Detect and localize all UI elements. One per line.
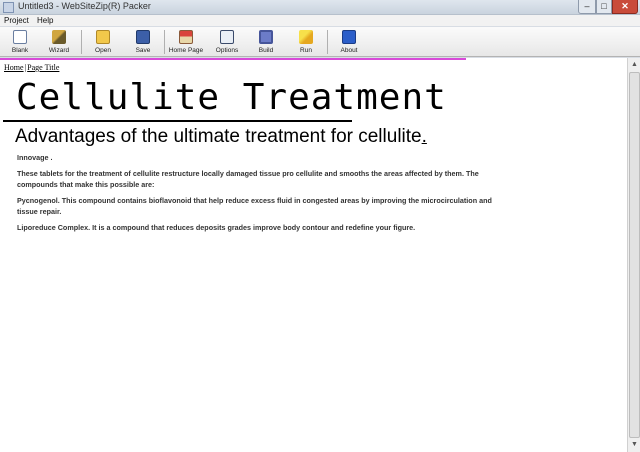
open-label: Open (95, 47, 111, 54)
subtitle-tail: . (421, 126, 427, 147)
page-preview: Home|Page Title Cellulite Treatment Adva… (0, 58, 627, 452)
info-icon (342, 30, 356, 44)
options-icon (220, 30, 234, 44)
title-underline (3, 120, 352, 122)
about-label: About (340, 47, 358, 54)
scrollbar-thumb[interactable] (629, 72, 640, 438)
breadcrumb: Home|Page Title (4, 63, 59, 72)
run-icon (299, 30, 313, 44)
options-label: Options (215, 47, 239, 54)
home-page-button[interactable]: Home Page (168, 28, 204, 56)
vertical-scrollbar[interactable]: ▲ ▼ (627, 58, 640, 452)
paragraph-liporeduce: Liporeduce Complex. It is a compound tha… (17, 223, 416, 232)
toolbar-separator (327, 30, 328, 54)
page-title: Cellulite Treatment (16, 77, 447, 118)
app-icon (3, 2, 14, 13)
toolbar-separator (164, 30, 165, 54)
blank-label: Blank (11, 47, 29, 54)
options-button[interactable]: Options (209, 28, 245, 56)
menu-project[interactable]: Project (4, 15, 29, 26)
gear-icon (259, 30, 273, 44)
paragraph-brand: Innovage . (17, 153, 53, 162)
scroll-down-arrow-icon[interactable]: ▼ (629, 439, 640, 451)
toolbar: Blank Wizard Open Save Home Page Options… (0, 27, 640, 57)
build-button[interactable]: Build (248, 28, 284, 56)
menu-help[interactable]: Help (37, 15, 53, 26)
run-button[interactable]: Run (288, 28, 324, 56)
save-button[interactable]: Save (125, 28, 161, 56)
menu-bar: Project Help (0, 15, 640, 26)
breadcrumb-current-link[interactable]: Page Title (27, 63, 59, 72)
window-title: Untitled3 - WebSiteZip(R) Packer (18, 1, 151, 11)
wizard-wand-icon (52, 30, 66, 44)
home-icon (179, 30, 193, 44)
wizard-label: Wizard (48, 47, 70, 54)
window-titlebar: Untitled3 - WebSiteZip(R) Packer – □ ✕ (0, 0, 640, 15)
floppy-save-icon (136, 30, 150, 44)
save-label: Save (135, 47, 151, 54)
build-label: Build (258, 47, 274, 54)
minimize-button[interactable]: – (578, 0, 596, 14)
blank-page-icon (13, 30, 27, 44)
scroll-up-arrow-icon[interactable]: ▲ (629, 59, 640, 71)
paragraph-pycnogenol: Pycnogenol. This compound contains biofl… (17, 196, 492, 216)
open-button[interactable]: Open (85, 28, 121, 56)
breadcrumb-separator: | (24, 63, 27, 72)
subtitle-text: Advantages of the ultimate treatment for… (15, 126, 422, 147)
paragraph-intro: These tablets for the treatment of cellu… (17, 169, 479, 189)
wizard-button[interactable]: Wizard (41, 28, 77, 56)
maximize-button[interactable]: □ (596, 0, 612, 14)
home-page-label: Home Page (168, 47, 204, 54)
page-subtitle: Advantages of the ultimate treatment for… (15, 126, 427, 148)
close-button[interactable]: ✕ (612, 0, 638, 14)
run-label: Run (300, 47, 312, 54)
about-button[interactable]: About (331, 28, 367, 56)
breadcrumb-home-link[interactable]: Home (4, 63, 24, 72)
blank-button[interactable]: Blank (2, 28, 38, 56)
folder-open-icon (96, 30, 110, 44)
toolbar-separator (81, 30, 82, 54)
accent-line (0, 58, 466, 60)
